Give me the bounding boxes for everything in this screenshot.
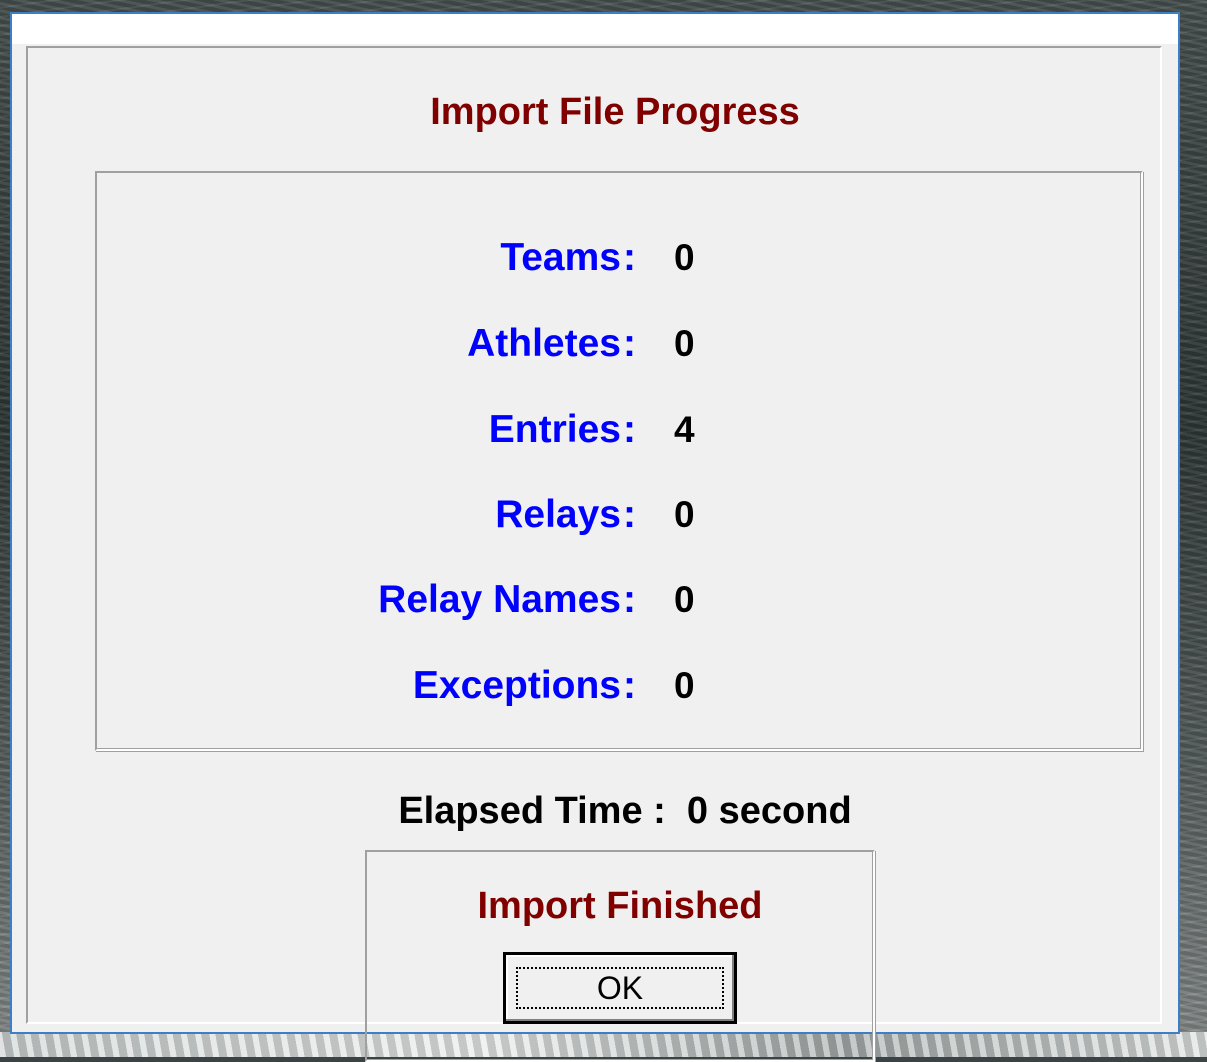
stat-colon: : xyxy=(623,493,636,536)
dialog-title: Import File Progress xyxy=(430,91,800,133)
stat-colon: : xyxy=(623,408,636,451)
elapsed-time: Elapsed Time : 0 second xyxy=(398,790,852,832)
finish-panel: Import Finished OK xyxy=(365,850,875,1062)
stat-row-relays: Relays : 0 xyxy=(97,490,1141,540)
stat-value: 0 xyxy=(674,237,695,278)
stat-label: Relay Names xyxy=(378,578,621,621)
stat-value: 0 xyxy=(674,665,695,706)
stat-label: Entries xyxy=(488,408,621,451)
ok-button[interactable]: OK xyxy=(503,952,737,1024)
stat-label: Exceptions xyxy=(412,664,621,707)
stat-row-entries: Entries : 4 xyxy=(97,405,1141,455)
stats-panel: Teams : 0 Athletes : 0 Entries : 4 Relay… xyxy=(95,171,1143,751)
dialog-top-strip xyxy=(12,14,1178,44)
stat-label: Teams xyxy=(500,236,621,279)
stat-colon: : xyxy=(623,236,636,279)
stat-value: 0 xyxy=(674,579,695,620)
stat-row-teams: Teams : 0 xyxy=(97,233,1141,283)
stat-row-athletes: Athletes : 0 xyxy=(97,319,1141,369)
stat-colon: : xyxy=(623,322,636,365)
import-status: Import Finished xyxy=(477,885,763,927)
import-progress-dialog: Import File Progress Teams : 0 Athletes … xyxy=(10,12,1180,1062)
stat-value: 0 xyxy=(674,494,695,535)
stat-value: 4 xyxy=(674,409,695,450)
stat-value: 0 xyxy=(674,323,695,364)
stat-label: Athletes xyxy=(467,322,621,365)
stat-row-relay-names: Relay Names : 0 xyxy=(97,575,1141,625)
ok-button-label: OK xyxy=(596,970,644,1006)
dialog-client-area: Import File Progress Teams : 0 Athletes … xyxy=(26,46,1162,1062)
stat-row-exceptions: Exceptions : 0 xyxy=(97,661,1141,711)
stat-colon: : xyxy=(623,578,636,621)
stat-colon: : xyxy=(623,664,636,707)
stat-label: Relays xyxy=(495,493,621,536)
